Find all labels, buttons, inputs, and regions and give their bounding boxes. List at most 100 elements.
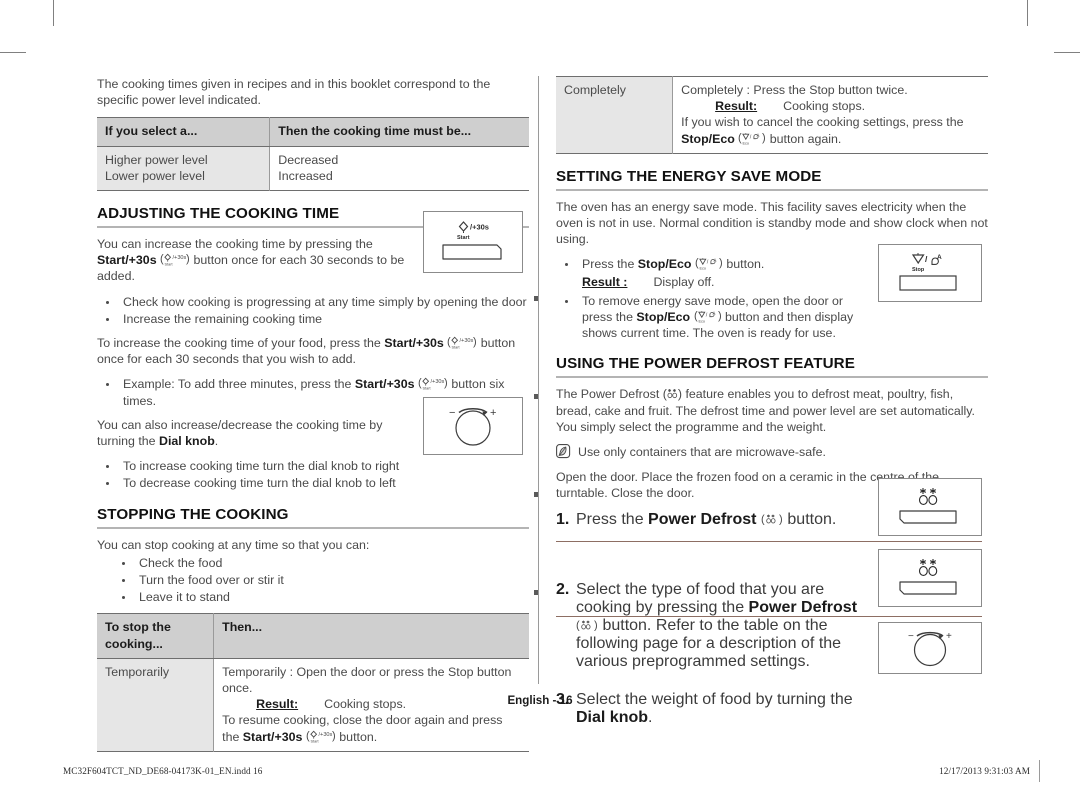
list-item: Check the food: [135, 555, 529, 571]
stop-eco-icon: ( / A Eco ): [695, 257, 723, 270]
svg-text:(: (: [695, 257, 699, 269]
stop-eco-icon: ( / A Eco ): [738, 132, 766, 145]
adjusting-paragraph-3: You can also increase/decrease the cooki…: [97, 417, 383, 449]
intro-paragraph: The cooking times given in recipes and i…: [97, 77, 491, 108]
svg-text:+: +: [946, 631, 952, 642]
stop-eco-icon: ( / A Eco ): [694, 310, 722, 323]
start-30s-icon: ( /+30s Start ): [447, 336, 477, 349]
illustration-dial-knob: − +: [423, 397, 523, 455]
list-item: To remove energy save mode, open the doo…: [578, 293, 876, 342]
svg-text:A: A: [713, 258, 716, 263]
start-30s-icon: ( /+30s Start ): [160, 253, 190, 266]
cell-completely: Completely: [556, 76, 674, 154]
separator-rule-step-3: [556, 616, 982, 617]
power-defrost-paragraph: The Power Defrost ( ) feature enables yo…: [556, 387, 975, 434]
stopping-table: To stop the cooking... Then... Temporari…: [97, 613, 529, 752]
energy-save-paragraph: The oven has an energy save mode. This f…: [556, 199, 988, 247]
svg-text:Eco: Eco: [699, 267, 706, 270]
column-tick-1: [534, 296, 538, 301]
completely-table: Completely Completely : Press the Stop b…: [556, 76, 988, 154]
dial-knob-graphic: − +: [908, 631, 952, 667]
heading-setting-the-energy-save-mode: SETTING THE ENERGY SAVE MODE: [556, 168, 988, 191]
list-item: To increase cooking time turn the dial k…: [119, 458, 529, 474]
energy-save-result: Result : Display off.: [582, 274, 715, 289]
heading-stopping-the-cooking: STOPPING THE COOKING: [97, 506, 529, 529]
svg-text:(: (: [306, 730, 310, 742]
svg-text:/+30s: /+30s: [173, 255, 187, 261]
illustration-start-button: /+30s Start: [423, 211, 523, 273]
svg-text:(: (: [761, 513, 765, 525]
svg-text:Eco: Eco: [743, 141, 750, 144]
list-item: Increase the remaining cooking time: [119, 311, 529, 327]
stopping-bullets: Check the food Turn the food over or sti…: [97, 555, 529, 606]
svg-text:+: +: [490, 407, 496, 419]
power-defrost-icon: ( ): [576, 619, 598, 632]
power-level-table: If you select a... Then the cooking time…: [97, 117, 529, 192]
illustration-stop-button: / A Stop: [878, 244, 982, 302]
column-tick-4: [534, 590, 538, 595]
svg-text:Start: Start: [165, 263, 174, 266]
adjusting-bullets-1: Check how cooking is progressing at any …: [97, 294, 529, 327]
svg-text:(: (: [576, 619, 580, 631]
list-item: Press the Stop/Eco ( / A Eco ): [578, 256, 876, 289]
svg-text:Start: Start: [310, 739, 319, 742]
cell-lower-power-level: Lower power level: [97, 167, 271, 191]
cell-higher-power-level: Higher power level: [97, 146, 271, 168]
completely-line-1: Completely : Press the Stop button twice…: [681, 83, 908, 97]
svg-text:A: A: [937, 254, 942, 261]
illustration-power-defrost-button-1: [878, 478, 982, 536]
start-button-graphic: /+30s Start: [442, 221, 502, 260]
stop-button-graphic: / A Stop: [899, 253, 957, 291]
table-header-row: If you select a... Then the cooking time…: [97, 117, 529, 147]
column-divider: [538, 76, 539, 684]
svg-text:/+30s: /+30s: [318, 732, 332, 738]
power-defrost-icon: [667, 388, 678, 400]
cell-decreased: Decreased: [269, 146, 529, 168]
illustration-power-defrost-button-2: [878, 549, 982, 607]
column-tick-3: [534, 492, 538, 497]
svg-text:Start: Start: [457, 235, 470, 241]
list-item: Leave it to stand: [135, 589, 529, 605]
svg-text:/: /: [750, 134, 752, 140]
table-header-to-stop-cooking: To stop the cooking...: [97, 613, 215, 659]
svg-text:(: (: [694, 310, 698, 322]
svg-text:A: A: [757, 132, 760, 137]
start-30s-icon: ( /+30s Start ): [418, 377, 448, 390]
table-header-if-you-select: If you select a...: [97, 117, 271, 147]
svg-text:Stop: Stop: [912, 267, 925, 273]
adjusting-paragraph-1: You can increase the cooking time by pre…: [97, 237, 405, 284]
svg-text:/+30s: /+30s: [470, 223, 489, 232]
heading-using-the-power-defrost-feature: USING THE POWER DEFROST FEATURE: [556, 355, 988, 379]
separator-rule-step-2: [556, 541, 982, 542]
page-number-label: English - 16: [507, 694, 573, 707]
cell-increased: Increased: [269, 167, 529, 191]
table-row: Lower power level Increased: [97, 167, 529, 191]
svg-text:/+30s: /+30s: [460, 338, 474, 344]
document-page: The cooking times given in recipes and i…: [0, 0, 1080, 792]
svg-text:(: (: [418, 377, 422, 389]
table-header-then: Then...: [213, 613, 529, 659]
svg-text:Start: Start: [422, 387, 431, 390]
dial-knob-graphic: − +: [449, 407, 496, 446]
svg-text:(: (: [738, 132, 742, 144]
adjusting-paragraph-2: To increase the cooking time of your foo…: [97, 336, 516, 367]
cell-completely-description: Completely : Press the Stop button twice…: [672, 76, 988, 154]
footer-file-name: MC32F604TCT_ND_DE68-04173K-01_EN.indd 16: [63, 766, 263, 776]
svg-text:/: /: [707, 260, 709, 266]
power-defrost-button-graphic: [899, 559, 957, 595]
completely-result: Result: Cooking stops.: [715, 99, 866, 114]
energy-save-bullets: Press the Stop/Eco ( / A Eco ): [556, 256, 876, 341]
svg-text:−: −: [908, 631, 914, 642]
list-item: Check how cooking is progressing at any …: [119, 294, 529, 310]
crop-mark-top-left-vertical: [53, 0, 54, 26]
crop-mark-top-left-horizontal: [0, 52, 26, 53]
footer-rule-tick: [1039, 760, 1040, 782]
footer-timestamp: 12/17/2013 9:31:03 AM: [939, 766, 1030, 776]
svg-text:Eco: Eco: [698, 320, 705, 323]
crop-mark-top-right-vertical: [1027, 0, 1028, 26]
illustration-dial-knob-2: − +: [878, 622, 982, 674]
list-item: To decrease cooking time turn the dial k…: [119, 475, 529, 491]
svg-text:A: A: [712, 311, 715, 316]
table-header-row: To stop the cooking... Then...: [97, 613, 529, 659]
svg-text:(: (: [447, 336, 451, 348]
